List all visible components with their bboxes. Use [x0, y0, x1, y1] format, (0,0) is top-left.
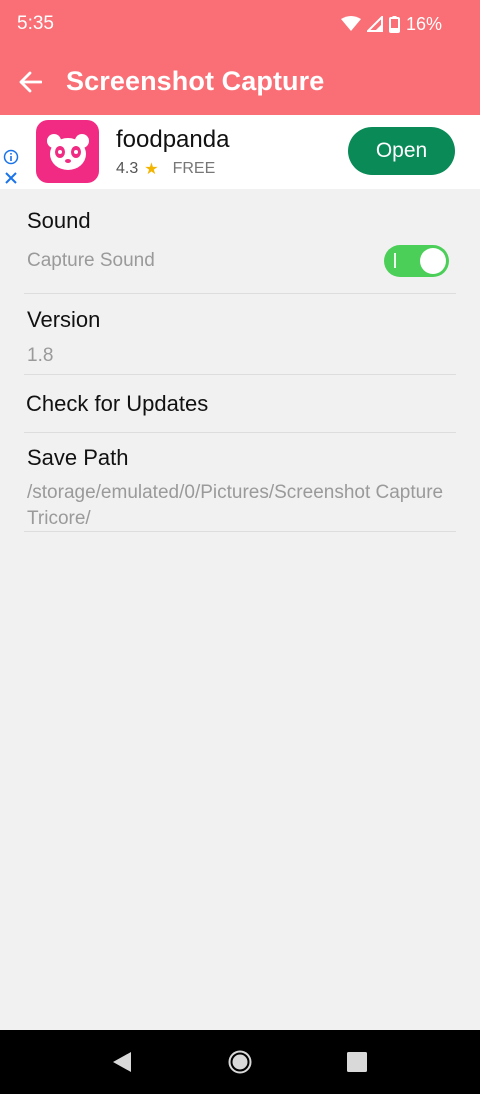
nav-back-icon[interactable]	[112, 1051, 132, 1073]
pref-version-title: Version	[27, 307, 101, 332]
pref-version-value: 1.8	[27, 345, 54, 366]
pref-save-path-value: /storage/emulated/0/Pictures/Screenshot …	[27, 482, 444, 529]
page-title: Screenshot Capture	[66, 66, 325, 96]
ad-price: FREE	[172, 160, 216, 177]
battery-percent: 16%	[405, 13, 442, 34]
ad-banner[interactable]: foodpanda 4.3 ★ FREE Open	[0, 115, 480, 189]
ad-meta: 4.3 ★ FREE	[116, 159, 215, 179]
back-button[interactable]	[0, 48, 60, 115]
pref-check-updates-title: Check for Updates	[26, 391, 209, 416]
ad-close-icon[interactable]	[4, 171, 18, 185]
pref-version[interactable]: Version 1.8	[0, 293, 480, 375]
sound-toggle[interactable]	[384, 245, 449, 277]
ad-open-button[interactable]: Open	[348, 127, 455, 175]
ad-rating: 4.3	[116, 160, 139, 177]
pref-save-path-title: Save Path	[27, 445, 129, 470]
wifi-icon	[340, 16, 361, 31]
pref-sound-summary: Capture Sound	[27, 250, 155, 271]
nav-recents-icon[interactable]	[347, 1052, 367, 1072]
arrow-left-icon	[19, 71, 42, 92]
foodpanda-logo[interactable]	[36, 120, 99, 183]
app-bar: Screenshot Capture	[0, 48, 480, 115]
pref-sound[interactable]: Sound Capture Sound	[0, 189, 480, 293]
divider	[24, 531, 456, 532]
pref-save-path[interactable]: Save Path /storage/emulated/0/Pictures/S…	[0, 433, 480, 532]
cell-signal-icon	[366, 16, 383, 32]
nav-home-icon[interactable]	[228, 1050, 252, 1074]
panda-face-icon	[46, 133, 89, 170]
system-nav-bar	[0, 1030, 480, 1094]
pref-sound-title: Sound	[27, 208, 91, 233]
toggle-on-mark	[394, 253, 396, 268]
status-bar: 5:35 16%	[0, 0, 480, 48]
ad-app-name[interactable]: foodpanda	[116, 126, 229, 154]
pref-check-updates[interactable]: Check for Updates	[0, 375, 480, 433]
toggle-knob	[420, 248, 446, 274]
battery-icon	[388, 15, 400, 33]
star-icon: ★	[144, 161, 159, 178]
status-time: 5:35	[17, 13, 54, 34]
app-root: 5:35 16% Screenshot Capture foodpanda 4.…	[0, 0, 480, 1094]
ad-info-icon[interactable]	[3, 149, 19, 165]
status-icons: 16%	[340, 13, 442, 35]
